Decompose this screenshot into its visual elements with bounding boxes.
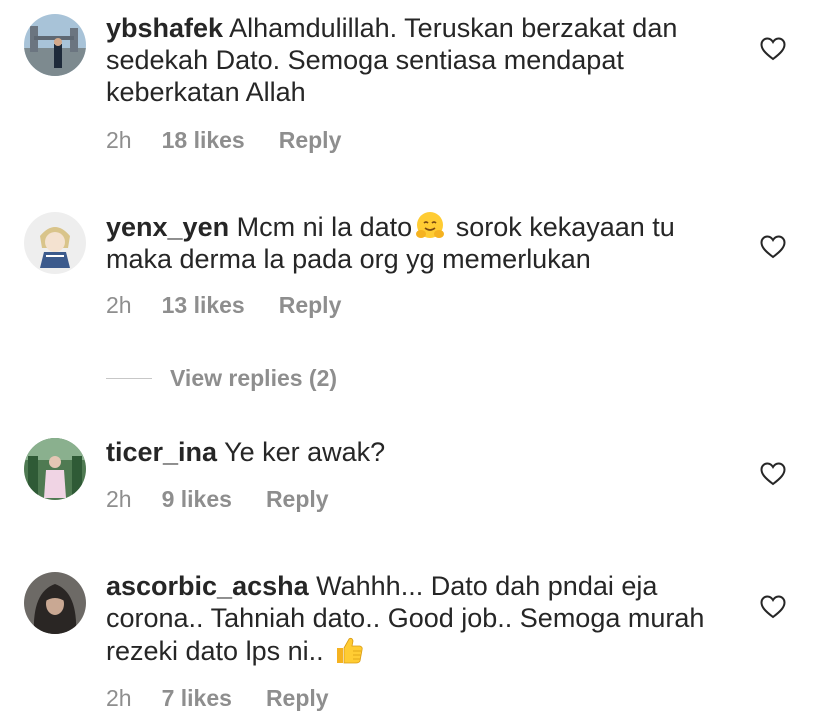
- comment-text: ybshafek Alhamdulillah. Teruskan berzaka…: [106, 12, 746, 108]
- comment-body: Ye ker awak?: [224, 437, 386, 467]
- comment-body: Mcm ni la dato: [236, 212, 413, 242]
- comment-time: 2h: [106, 486, 132, 512]
- heart-outline-icon[interactable]: [760, 235, 786, 259]
- comment-time: 2h: [106, 685, 132, 711]
- comment-time: 2h: [106, 127, 132, 153]
- view-replies-button[interactable]: View replies (2): [106, 364, 337, 392]
- comment-meta: 2h 9 likes Reply: [106, 485, 329, 513]
- comment-username[interactable]: ascorbic_acsha: [106, 571, 309, 601]
- comment-username[interactable]: ybshafek: [106, 13, 223, 43]
- comment-likes[interactable]: 18 likes: [162, 126, 245, 154]
- comment-username[interactable]: ticer_ina: [106, 437, 217, 467]
- reply-button[interactable]: Reply: [279, 291, 342, 319]
- avatar[interactable]: [24, 212, 86, 274]
- comment-likes[interactable]: 7 likes: [162, 684, 232, 712]
- reply-button[interactable]: Reply: [266, 485, 329, 513]
- divider: [106, 377, 152, 379]
- comment-meta: 2h 7 likes Reply: [106, 684, 329, 712]
- comment-username[interactable]: yenx_yen: [106, 212, 229, 242]
- comment-text: yenx_yen Mcm ni la dato sorok kekayaan t…: [106, 210, 746, 275]
- comment-meta: 2h 18 likes Reply: [106, 126, 341, 154]
- comment-time: 2h: [106, 292, 132, 318]
- comment-text: ticer_ina Ye ker awak?: [106, 436, 746, 468]
- reply-button[interactable]: Reply: [266, 684, 329, 712]
- comment-meta: 2h 13 likes Reply: [106, 291, 341, 319]
- comment-likes[interactable]: 9 likes: [162, 485, 232, 513]
- avatar[interactable]: [24, 438, 86, 500]
- view-replies-label: View replies (2): [170, 364, 338, 391]
- heart-outline-icon[interactable]: [760, 37, 786, 61]
- comment-text: ascorbic_acsha Wahhh... Dato dah pndai e…: [106, 570, 746, 667]
- avatar[interactable]: [24, 572, 86, 634]
- thumbs-up-emoji: [333, 634, 365, 666]
- reply-button[interactable]: Reply: [279, 126, 342, 154]
- heart-outline-icon[interactable]: [760, 595, 786, 619]
- heart-outline-icon[interactable]: [760, 462, 786, 486]
- hugging-face-emoji: [414, 210, 446, 242]
- comment-likes[interactable]: 13 likes: [162, 291, 245, 319]
- avatar[interactable]: [24, 14, 86, 76]
